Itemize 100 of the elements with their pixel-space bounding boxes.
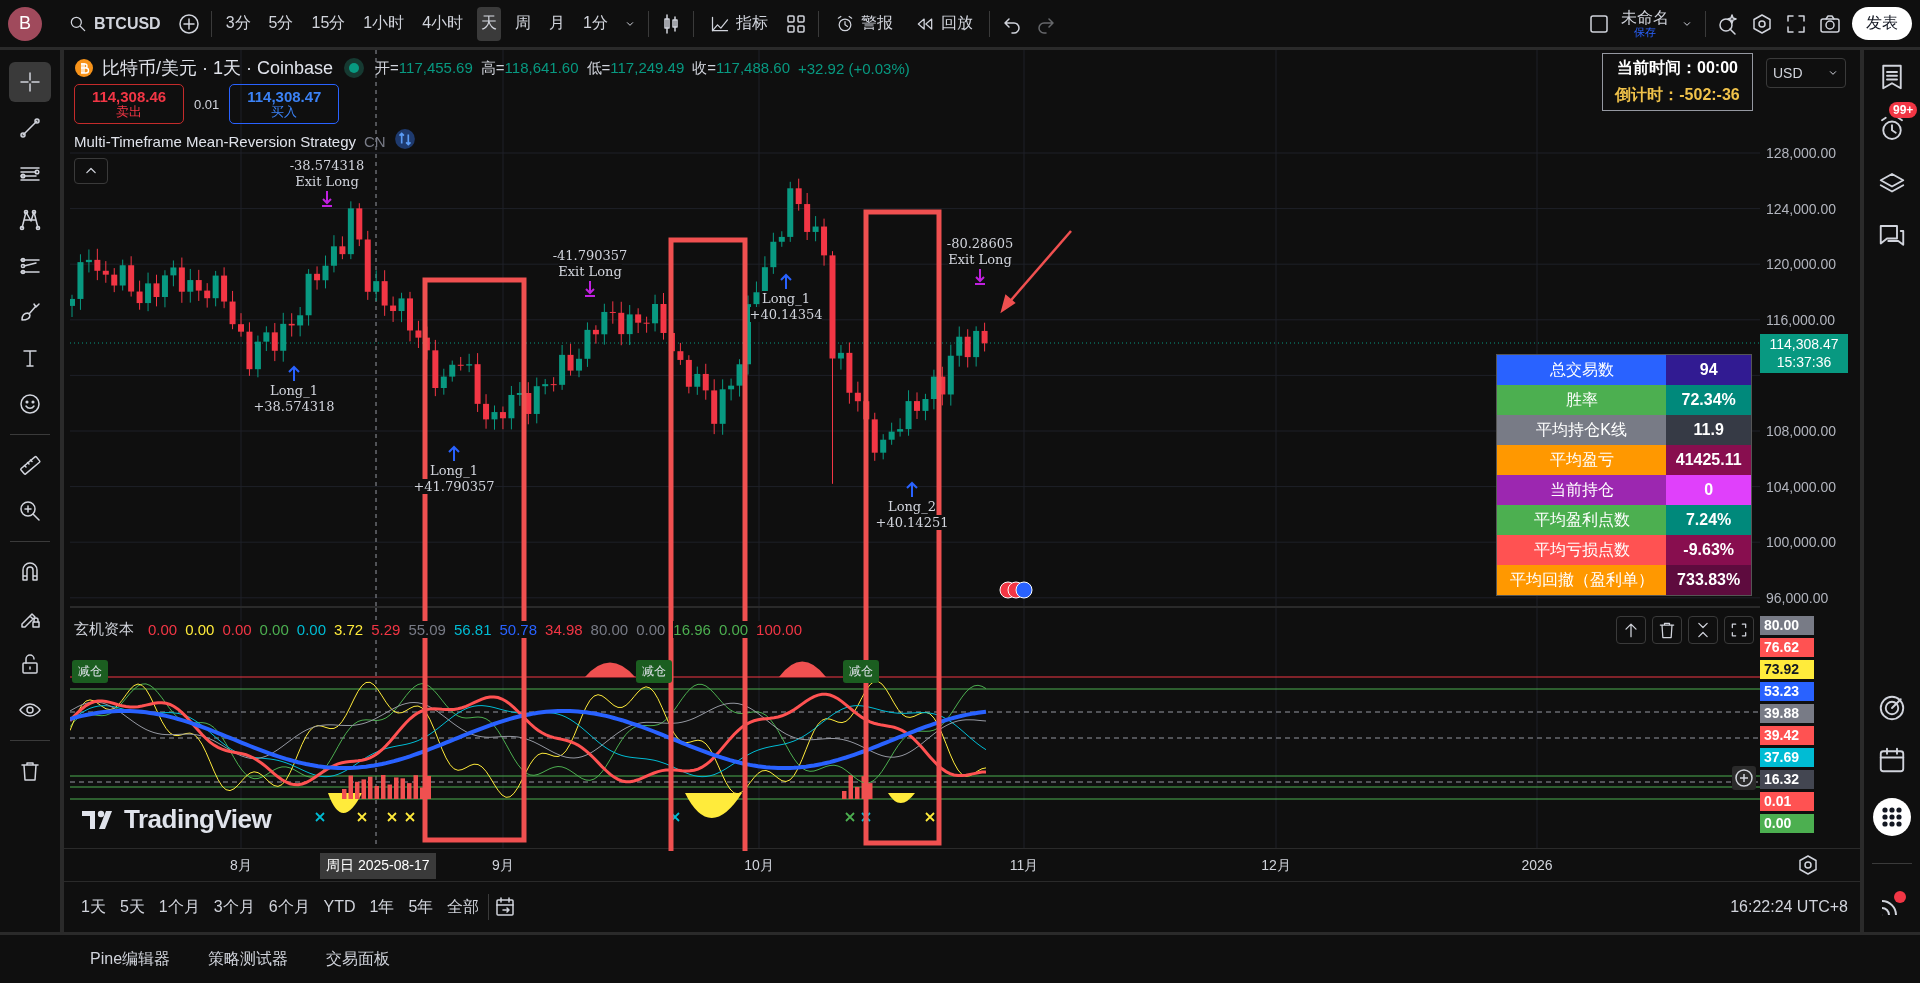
move-up-button[interactable]	[1616, 616, 1646, 644]
time-axis-label: 2026	[1521, 857, 1553, 873]
axis-value-label: 80.00	[1760, 616, 1814, 635]
publish-button[interactable]: 发表	[1852, 7, 1912, 40]
interval-button[interactable]: 4小时	[418, 6, 468, 41]
interval-button[interactable]: 周	[511, 6, 536, 41]
interval-button[interactable]: 1分	[579, 6, 612, 41]
event-markers-icon[interactable]	[999, 581, 1033, 599]
cross-marker	[387, 812, 397, 822]
stats-label-cell: 平均盈利点数	[1497, 505, 1667, 535]
stats-label-cell: 平均盈亏	[1497, 445, 1667, 475]
clock-timezone[interactable]: 16:22:24 UTC+8	[1730, 898, 1848, 916]
date-range-button[interactable]: 5年	[403, 892, 439, 922]
date-range-button[interactable]: 6个月	[263, 892, 315, 922]
interval-button[interactable]: 月	[545, 6, 570, 41]
date-range-button[interactable]: 3个月	[208, 892, 260, 922]
stats-label-cell: 胜率	[1497, 385, 1667, 415]
entry-arrow-icon	[779, 272, 793, 290]
crosshair-date-label: 周日 2025-08-17	[320, 853, 436, 879]
symbol-title: 比特币/美元 · 1天 · Coinbase	[102, 57, 334, 80]
axis-value-label: 0.01	[1760, 792, 1814, 811]
bottom-panel-tab[interactable]: Pine编辑器	[90, 948, 171, 970]
price-tick: 108,000.00	[1766, 423, 1837, 439]
trade-amount: -41.790357	[552, 248, 628, 263]
countdown-timer: 倒计时：-502:-36	[1615, 85, 1740, 105]
interval-button[interactable]: 天	[477, 6, 502, 41]
overbought-area	[779, 661, 826, 677]
time-axis-label: 9月	[492, 857, 514, 875]
price-tick: 100,000.00	[1766, 534, 1837, 551]
price-tick: 128,000.00	[1766, 145, 1837, 161]
date-range-button[interactable]: 1个月	[153, 892, 205, 922]
cross-marker	[845, 812, 855, 822]
indicator-value: 16.96	[673, 621, 711, 638]
ruler-icon	[18, 453, 42, 477]
target-icon[interactable]	[1877, 693, 1907, 723]
exit-arrow-icon	[583, 280, 597, 298]
interval-button[interactable]: 1小时	[359, 6, 409, 41]
currency-dropdown[interactable]: USD	[1766, 58, 1846, 88]
bar-countdown: 15:37:36	[1776, 353, 1832, 371]
price-change: +32.92 (+0.03%)	[798, 59, 910, 77]
swap-arrows-icon[interactable]	[393, 128, 416, 150]
alerts-button[interactable]: 警报	[829, 6, 899, 41]
buy-button[interactable]: 114,308.47 买入	[229, 84, 340, 124]
collapse-pane-button[interactable]	[1688, 616, 1718, 644]
date-range-button[interactable]: 5天	[114, 892, 150, 922]
indicator-value: 0.00	[222, 621, 252, 638]
date-range-button[interactable]: 1年	[364, 892, 400, 922]
stats-value-cell: 733.83%	[1666, 565, 1751, 595]
interval-button[interactable]: 15分	[307, 6, 350, 41]
avatar[interactable]: B	[8, 6, 42, 41]
trade-amount: +40.14251	[875, 515, 949, 530]
axis-value-label: 39.88	[1760, 704, 1814, 723]
date-range-button[interactable]: 1天	[76, 892, 111, 922]
delete-button[interactable]	[1652, 616, 1682, 644]
trade-signal-label: Exit Long	[295, 174, 359, 189]
crosshair-tool-button[interactable]	[9, 62, 51, 102]
interval-button[interactable]: 3分	[221, 6, 255, 41]
sell-button[interactable]: 114,308.46 卖出	[74, 84, 184, 124]
add-plus-icon[interactable]	[1732, 766, 1756, 790]
interval-button[interactable]: 5分	[264, 6, 298, 41]
time-axis-label: 11月	[1009, 857, 1039, 875]
trend-line-icon	[18, 116, 42, 140]
stats-value-cell: 72.34%	[1666, 385, 1751, 415]
reduce-position-tag: 减仓	[843, 660, 879, 683]
histogram-bar	[868, 783, 873, 799]
axis-value-label: 39.42	[1760, 726, 1814, 745]
bottom-panel-tab[interactable]: 策略测试器	[208, 948, 289, 970]
add-symbol-icon[interactable]	[176, 11, 201, 36]
trade-amount: +41.790357	[413, 479, 495, 494]
symbol-search-button[interactable]: BTCUSD	[62, 6, 167, 41]
indicator-name[interactable]: 玄机资本	[74, 620, 134, 639]
crosshair-icon	[18, 70, 42, 94]
trade-signal-label: Long_1	[762, 291, 810, 306]
axis-value-label: 53.23	[1760, 682, 1814, 701]
ohlc-value: 低=117,249.49	[586, 58, 685, 78]
apps-grid-icon[interactable]	[1872, 797, 1912, 837]
price-tick: 96,000.00	[1766, 589, 1829, 606]
trade-amount: +40.14354	[749, 307, 823, 322]
oversold-area	[888, 793, 915, 803]
axis-value-label: 73.92	[1760, 660, 1814, 679]
replay-button[interactable]: 回放	[909, 6, 979, 41]
settings-icon[interactable]	[1796, 853, 1820, 877]
indicators-button[interactable]: 指标	[704, 6, 774, 41]
calendar-icon[interactable]	[1877, 745, 1907, 775]
strategy-name[interactable]: Multi-Timeframe Mean-Reversion Strategy	[74, 132, 357, 150]
maximize-pane-button[interactable]	[1724, 616, 1754, 644]
date-range-button[interactable]: 全部	[442, 892, 485, 922]
stats-value-cell: 11.9	[1666, 415, 1751, 445]
price-tick: 124,000.00	[1766, 200, 1837, 217]
exit-arrow-icon	[320, 190, 334, 208]
oversold-area	[685, 793, 742, 818]
layout-name[interactable]: 未命名	[1621, 8, 1669, 27]
sparkle-search-icon[interactable]	[1716, 11, 1740, 36]
bottom-panel-tab[interactable]: 交易面板	[326, 948, 391, 970]
trash-icon	[18, 759, 42, 783]
settings-icon[interactable]	[1750, 11, 1774, 36]
price-tick: 104,000.00	[1766, 478, 1837, 495]
stats-label-cell: 当前持仓	[1497, 475, 1667, 505]
collapse-legend-button[interactable]	[74, 158, 108, 184]
date-range-button[interactable]: YTD	[318, 894, 361, 920]
